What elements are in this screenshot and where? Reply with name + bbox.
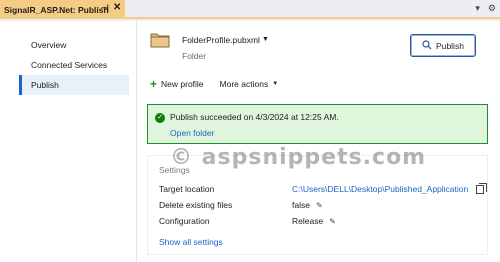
publish-button[interactable]: Publish [410, 34, 476, 57]
pin-icon[interactable]: ⊣ [101, 3, 109, 14]
new-profile-label: New profile [161, 79, 204, 89]
sidebar-divider [136, 21, 137, 262]
publish-status-banner: ✓ Publish succeeded on 4/3/2024 at 12:25… [147, 104, 488, 144]
pencil-icon[interactable]: ✎ [329, 217, 336, 226]
setting-value-target-location: C:\Users\DELL\Desktop\Published_Applicat… [292, 182, 488, 194]
check-icon: ✓ [155, 113, 165, 123]
profile-actions: + New profile More actions ▼ [150, 77, 279, 91]
more-actions-label: More actions [219, 79, 269, 89]
pencil-icon[interactable]: ✎ [316, 201, 323, 210]
folder-icon [150, 32, 170, 48]
sidebar-item-label: Connected Services [31, 60, 108, 70]
configuration-value: Release [292, 216, 324, 226]
publish-button-label: Publish [436, 40, 464, 51]
tab-title: SignalR_ASP.Net: Publish [4, 4, 109, 15]
sidebar-item-overview[interactable]: Overview [19, 35, 129, 55]
watermark: © aspsnippets.com [170, 145, 427, 170]
settings-card: Settings Target location C:\Users\DELL\D… [147, 155, 488, 255]
copy-icon[interactable] [476, 182, 488, 194]
more-actions-button[interactable]: More actions ▼ [220, 79, 279, 89]
sidebar-item-label: Publish [31, 80, 59, 90]
delete-existing-value: false [292, 200, 310, 210]
publish-icon [422, 39, 432, 52]
sidebar: Overview Connected Services Publish [19, 35, 129, 95]
close-icon[interactable]: ✕ [113, 2, 121, 13]
setting-label-target-location: Target location [159, 184, 215, 194]
status-message: Publish succeeded on 4/3/2024 at 12:25 A… [170, 112, 339, 122]
show-all-settings-link[interactable]: Show all settings [159, 237, 223, 247]
setting-value-delete-existing: false ✎ [292, 200, 323, 210]
profile-selector[interactable]: FolderProfile.pubxml [182, 35, 260, 45]
plus-icon: + [150, 77, 158, 91]
sidebar-item-connected-services[interactable]: Connected Services [19, 55, 129, 75]
gear-icon[interactable]: ⚙ [488, 3, 496, 14]
chevron-down-icon[interactable]: ▼ [262, 36, 269, 43]
tab-dropdown-icon[interactable]: ▾ [475, 3, 480, 14]
tab-publish[interactable]: SignalR_ASP.Net: Publish ⊣ ✕ [0, 0, 125, 19]
setting-value-configuration: Release ✎ [292, 216, 336, 226]
document-tab-strip: SignalR_ASP.Net: Publish ⊣ ✕ ▾ ⚙ [0, 0, 500, 19]
setting-label-delete-existing: Delete existing files [159, 200, 233, 210]
target-location-link[interactable]: C:\Users\DELL\Desktop\Published_Applicat… [292, 184, 468, 194]
profile-type: Folder [182, 51, 207, 61]
new-profile-button[interactable]: + New profile [150, 77, 204, 91]
chevron-down-icon: ▼ [272, 81, 279, 87]
setting-label-configuration: Configuration [159, 216, 210, 226]
open-folder-link[interactable]: Open folder [170, 128, 214, 138]
sidebar-item-publish[interactable]: Publish [19, 75, 129, 95]
sidebar-item-label: Overview [31, 40, 67, 50]
